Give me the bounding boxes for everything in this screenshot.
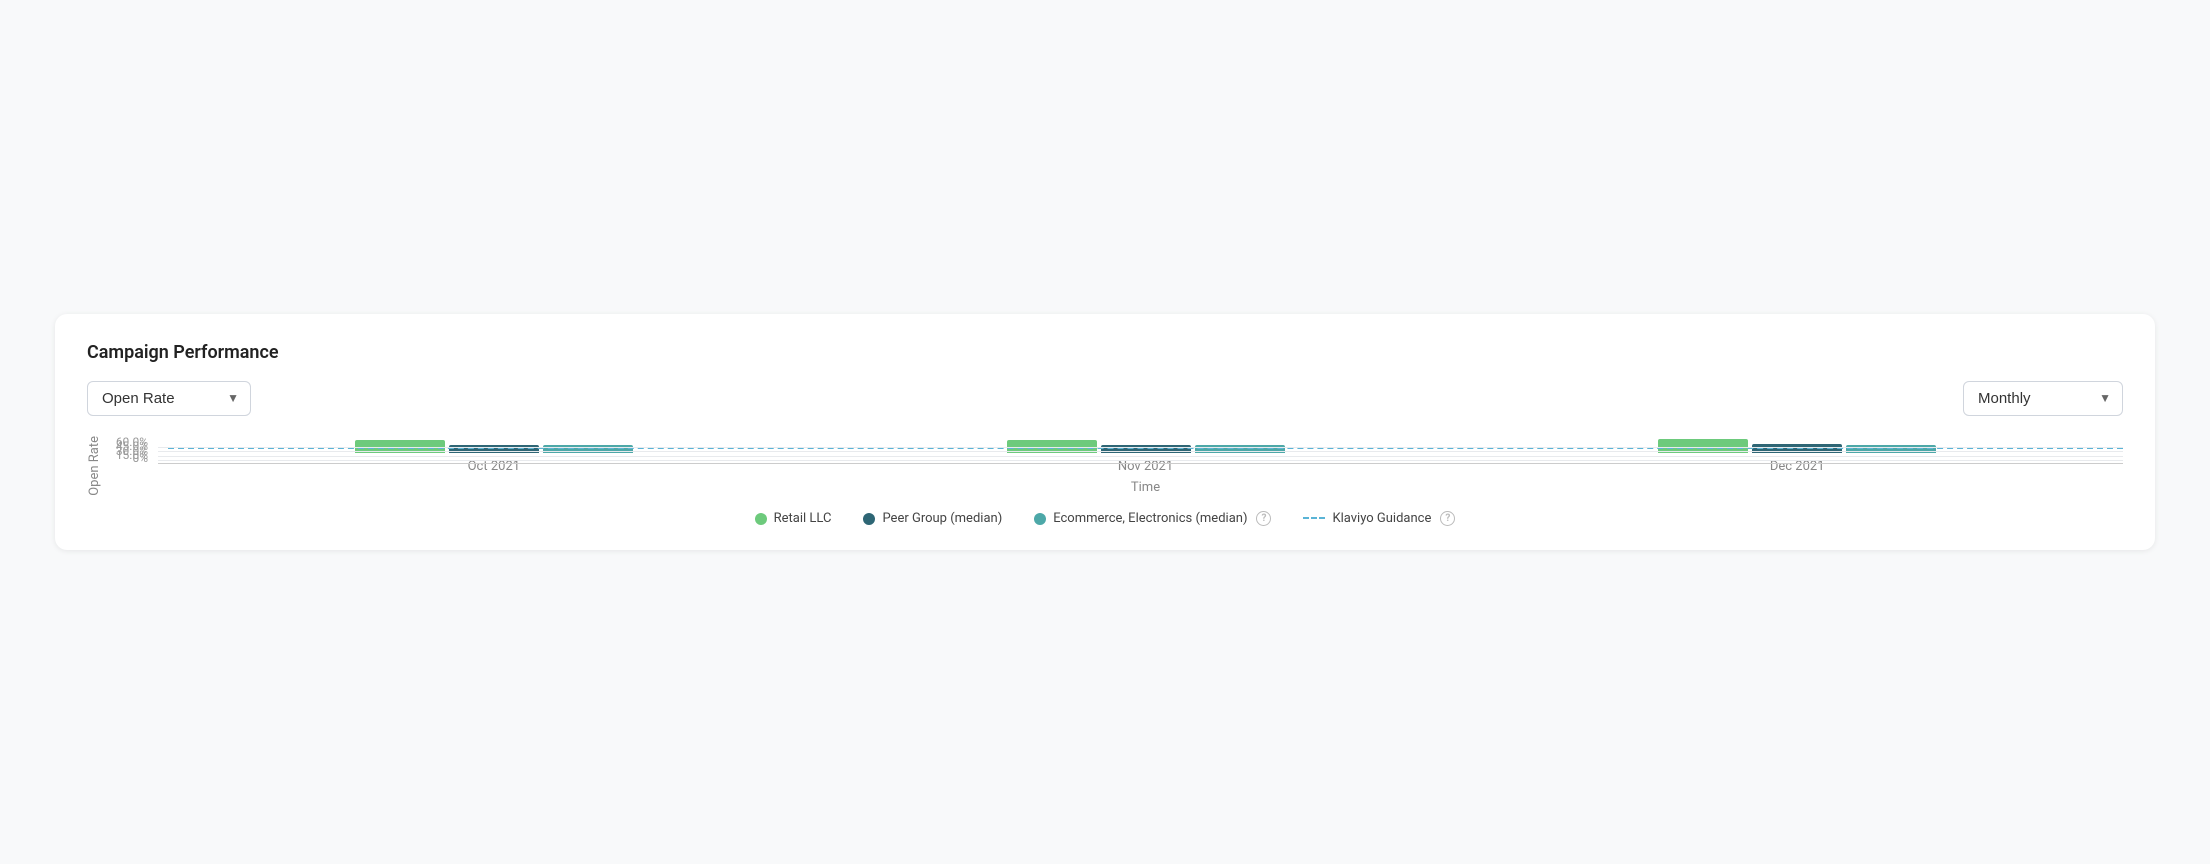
legend-ecomm: Ecommerce, Electronics (median) ? — [1034, 511, 1271, 526]
controls-row: Open Rate Click Rate Conversion Rate ▼ M… — [87, 381, 2123, 416]
y-axis-label: Open Rate — [87, 436, 102, 496]
legend-label-retail: Retail LLC — [774, 511, 832, 526]
x-label-dec: Dec 2021 — [1471, 459, 2123, 474]
chart-area: Open Rate 60.0% 45.0% 30.0% — [87, 436, 2123, 496]
legend-dot-ecomm — [1034, 513, 1046, 525]
legend-label-peer: Peer Group (median) — [882, 511, 1002, 526]
legend-dot-retail — [755, 513, 767, 525]
legend-dot-peer — [863, 513, 875, 525]
y-label-30: 30.0% — [110, 445, 158, 457]
y-label-15: 15.0% — [110, 449, 158, 461]
bar-peer-oct — [449, 445, 539, 454]
legend-klaviyo: Klaviyo Guidance ? — [1303, 511, 1455, 526]
y-label-0: 0% — [110, 452, 158, 464]
x-label-oct: Oct 2021 — [168, 459, 820, 474]
help-icon-klaviyo[interactable]: ? — [1440, 511, 1455, 526]
legend-label-ecomm: Ecommerce, Electronics (median) — [1053, 511, 1247, 526]
chart-grid: 60.0% 45.0% 30.0% 15.0% — [110, 436, 2123, 454]
bar-retail-nov — [1007, 440, 1097, 454]
campaign-performance-card: Campaign Performance Open Rate Click Rat… — [55, 314, 2155, 551]
metric-select[interactable]: Open Rate Click Rate Conversion Rate — [87, 381, 251, 416]
bar-group-dec — [1471, 436, 2123, 454]
x-axis-title: Time — [168, 480, 2123, 495]
legend-peer: Peer Group (median) — [863, 511, 1002, 526]
time-dropdown-wrap: Monthly Weekly Daily ▼ — [1963, 381, 2123, 416]
x-label-nov: Nov 2021 — [820, 459, 1472, 474]
y-label-45: 45.0% — [110, 440, 158, 452]
help-icon-ecomm[interactable]: ? — [1256, 511, 1271, 526]
page-title: Campaign Performance — [87, 342, 2123, 363]
legend-line-klaviyo — [1303, 517, 1325, 520]
x-axis-row: Oct 2021 Nov 2021 Dec 2021 — [168, 459, 2123, 474]
bar-peer-nov — [1101, 445, 1191, 453]
bar-ecomm-nov — [1195, 445, 1285, 453]
legend-retail: Retail LLC — [755, 511, 832, 526]
bar-group-oct — [168, 436, 820, 454]
bars-area — [168, 436, 2123, 454]
bar-ecomm-oct — [543, 445, 633, 454]
time-select[interactable]: Monthly Weekly Daily — [1963, 381, 2123, 416]
bar-ecomm-dec — [1846, 445, 1936, 454]
bar-group-nov — [820, 436, 1472, 454]
chart-inner: 60.0% 45.0% 30.0% 15.0% — [110, 436, 2123, 496]
bar-retail-dec — [1658, 439, 1748, 454]
legend-label-klaviyo: Klaviyo Guidance — [1332, 511, 1431, 526]
bar-peer-dec — [1752, 444, 1842, 453]
chart-legend: Retail LLC Peer Group (median) Ecommerce… — [87, 511, 2123, 526]
bar-retail-oct — [355, 440, 445, 453]
metric-dropdown-wrap: Open Rate Click Rate Conversion Rate ▼ — [87, 381, 251, 416]
y-label-60: 60.0% — [110, 436, 158, 448]
